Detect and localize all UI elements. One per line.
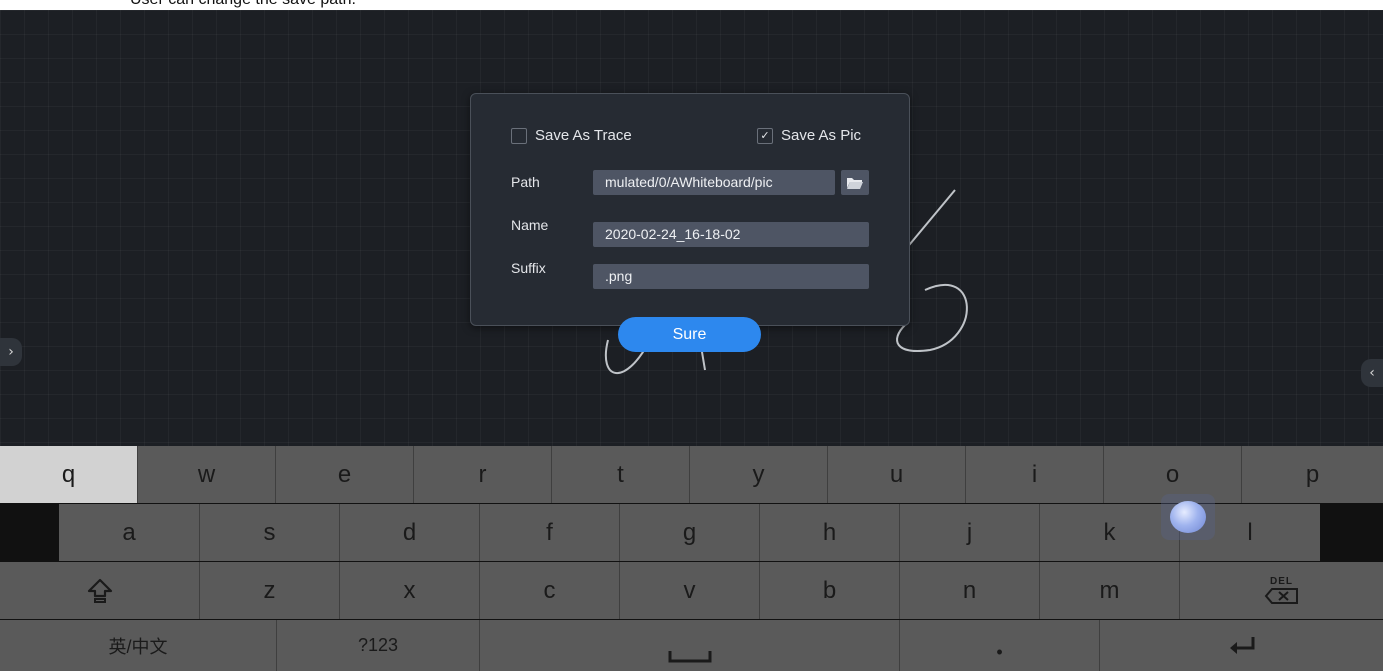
enter-icon — [1229, 636, 1254, 654]
right-panel-toggle[interactable]: ‹ — [1361, 359, 1383, 387]
key-u[interactable]: u — [828, 446, 966, 503]
folder-open-icon — [847, 177, 863, 189]
caption: User can change the save path. — [130, 0, 356, 9]
save-as-pic-label: Save As Pic — [781, 127, 862, 144]
left-panel-toggle[interactable]: › — [0, 338, 22, 366]
path-label: Path — [511, 174, 540, 190]
key-k[interactable]: k — [1040, 504, 1180, 561]
key-s[interactable]: s — [200, 504, 340, 561]
language-switch-key[interactable]: 英/中文 — [0, 620, 277, 671]
key-q[interactable]: q — [0, 446, 138, 503]
suffix-field[interactable]: .png — [593, 264, 869, 289]
key-y[interactable]: y — [690, 446, 828, 503]
checkbox-trace-box[interactable] — [511, 127, 527, 144]
sure-button[interactable]: Sure — [618, 317, 761, 352]
name-field[interactable]: 2020-02-24_16-18-02 — [593, 222, 869, 247]
key-x[interactable]: x — [340, 562, 480, 619]
enter-key[interactable] — [1100, 620, 1383, 671]
key-a[interactable]: a — [59, 504, 200, 561]
key-v[interactable]: v — [620, 562, 760, 619]
key-t[interactable]: t — [552, 446, 690, 503]
space-key[interactable] — [480, 620, 900, 671]
check-icon: ✓ — [760, 129, 770, 142]
period-key[interactable]: • — [900, 620, 1100, 671]
key-d[interactable]: d — [340, 504, 480, 561]
backspace-icon — [1264, 588, 1298, 604]
key-z[interactable]: z — [200, 562, 340, 619]
save-as-pic-checkbox[interactable]: ✓ Save As Pic — [757, 127, 861, 144]
key-f[interactable]: f — [480, 504, 620, 561]
period-label: • — [996, 642, 1003, 662]
numbers-key[interactable]: ?123 — [277, 620, 480, 671]
key-g[interactable]: g — [620, 504, 760, 561]
shift-icon — [87, 578, 112, 603]
key-j[interactable]: j — [900, 504, 1040, 561]
key-w[interactable]: w — [138, 446, 276, 503]
touch-cursor-indicator — [1161, 494, 1215, 540]
key-m[interactable]: m — [1040, 562, 1180, 619]
shift-key[interactable] — [0, 562, 200, 619]
save-dialog: Save As Trace ✓ Save As Pic Path mulated… — [470, 93, 910, 326]
space-icon — [668, 650, 711, 662]
keyboard-row-3: z x c v b n m DEL — [0, 562, 1383, 619]
key-r[interactable]: r — [414, 446, 552, 503]
delete-key[interactable]: DEL — [1180, 562, 1383, 619]
suffix-label: Suffix — [511, 260, 546, 276]
key-e[interactable]: e — [276, 446, 414, 503]
del-label: DEL — [1270, 576, 1293, 587]
keyboard-row-4: 英/中文 ?123 • — [0, 620, 1383, 671]
key-i[interactable]: i — [966, 446, 1104, 503]
save-as-trace-label: Save As Trace — [535, 127, 632, 144]
name-label: Name — [511, 217, 549, 233]
key-b[interactable]: b — [760, 562, 900, 619]
key-p[interactable]: p — [1242, 446, 1383, 503]
soft-keyboard: q w e r t y u i o p a s d f g h j k l z … — [0, 446, 1383, 671]
save-as-trace-checkbox[interactable]: Save As Trace — [511, 127, 632, 144]
path-field[interactable]: mulated/0/AWhiteboard/pic — [593, 170, 835, 195]
key-c[interactable]: c — [480, 562, 620, 619]
key-h[interactable]: h — [760, 504, 900, 561]
key-n[interactable]: n — [900, 562, 1040, 619]
checkbox-pic-box[interactable]: ✓ — [757, 127, 773, 144]
browse-folder-button[interactable] — [841, 170, 869, 195]
